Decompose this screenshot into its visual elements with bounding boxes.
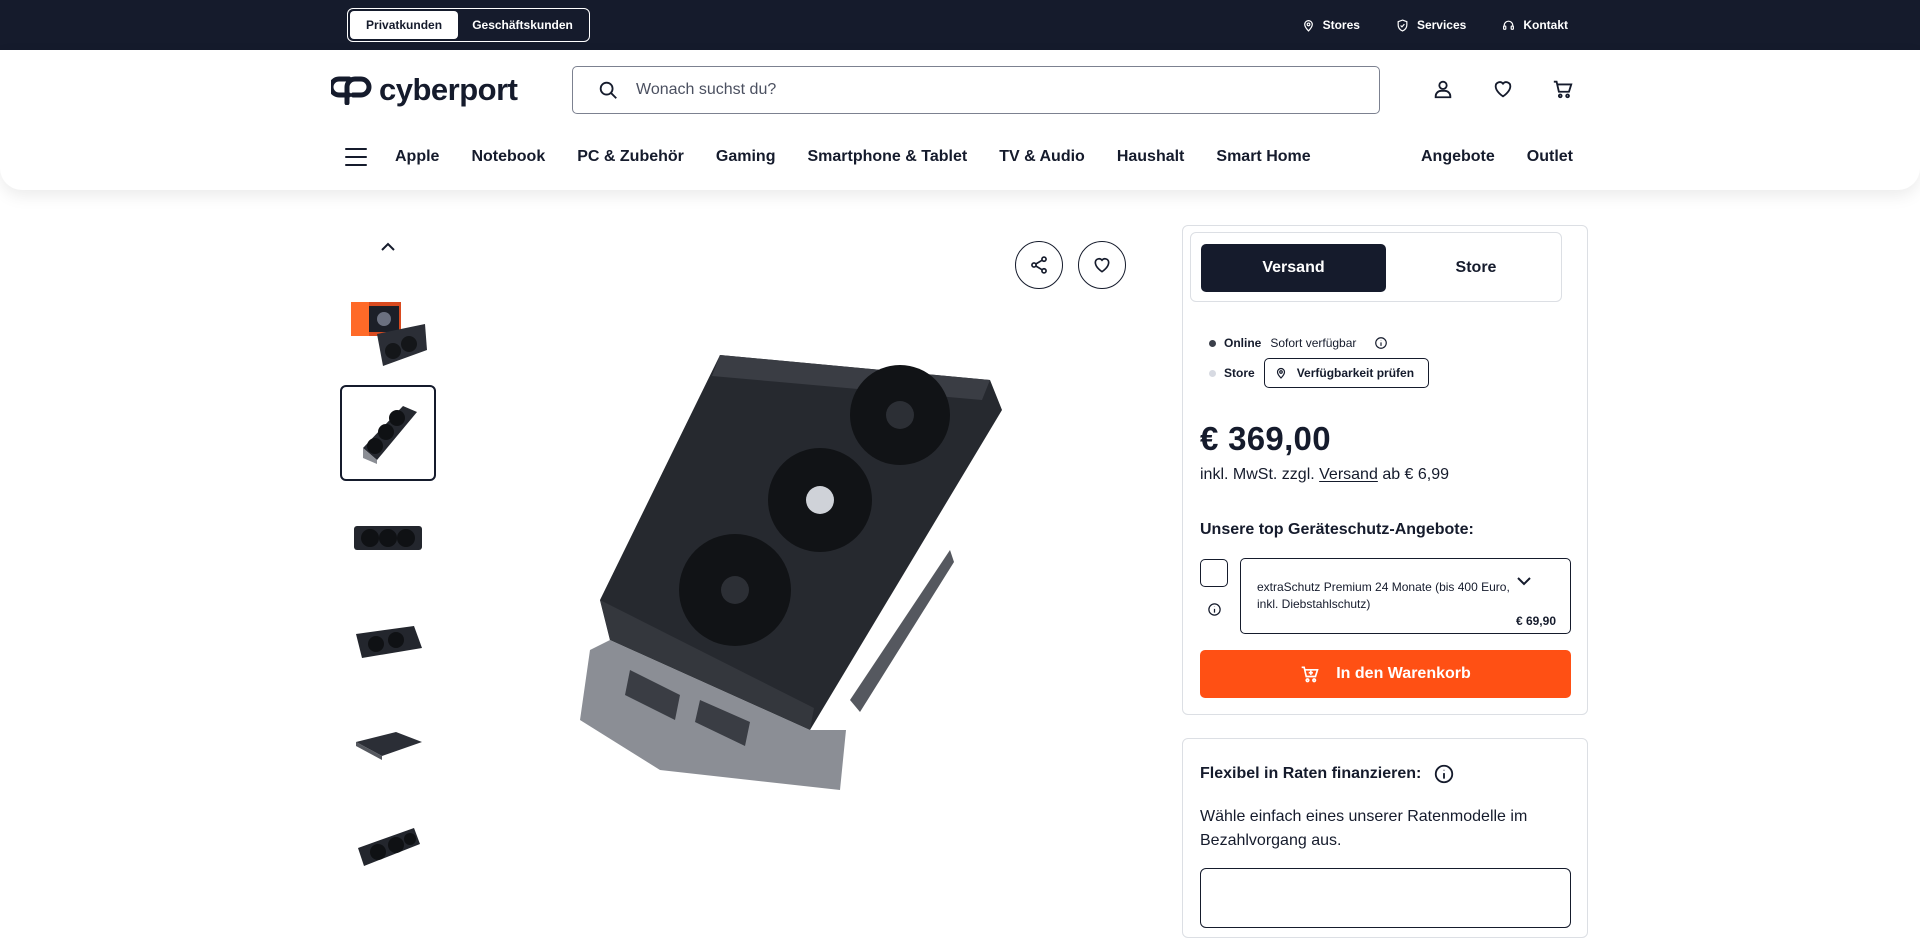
stores-link-label: Stores xyxy=(1322,18,1360,32)
business-customers-tab[interactable]: Geschäftskunden xyxy=(458,11,587,39)
shield-check-icon xyxy=(1397,18,1408,32)
tax-prefix: inkl. MwSt. zzgl. xyxy=(1200,466,1315,483)
product-price: € 369,00 xyxy=(1200,420,1331,457)
online-status: Sofort verfügbar xyxy=(1270,336,1357,350)
cyberport-logo-icon xyxy=(331,76,372,105)
location-pin-icon xyxy=(1276,367,1285,379)
account-icon[interactable] xyxy=(1432,78,1454,100)
logo-wordmark: cyberport xyxy=(379,72,518,107)
nav-right: Angebote Outlet xyxy=(1421,148,1573,166)
check-availability-button[interactable]: Verfügbarkeit prüfen xyxy=(1263,358,1430,388)
nav-item-haushalt[interactable]: Haushalt xyxy=(1117,148,1185,166)
store-status-dot xyxy=(1209,369,1216,377)
nav-item-notebook[interactable]: Notebook xyxy=(471,148,545,166)
menu-icon[interactable] xyxy=(345,148,367,166)
services-link-label: Services xyxy=(1416,18,1467,32)
financing-box: Flexibel in Raten finanzieren: Wähle ein… xyxy=(1182,738,1588,938)
private-customers-tab[interactable]: Privatkunden xyxy=(350,11,459,39)
customer-type-switch: Privatkunden Geschäftskunden xyxy=(347,8,590,42)
info-icon[interactable] xyxy=(1433,763,1455,785)
add-to-cart-button[interactable]: In den Warenkorb xyxy=(1200,650,1571,698)
protection-option-text: extraSchutz Premium 24 Monate (bis 400 E… xyxy=(1257,580,1510,611)
financing-title-text: Flexibel in Raten finanzieren: xyxy=(1200,765,1422,782)
share-icon xyxy=(1031,256,1047,274)
product-thumbnail[interactable] xyxy=(340,696,436,792)
check-availability-label: Verfügbarkeit prüfen xyxy=(1296,366,1415,380)
top-links: Stores Services Kontakt xyxy=(1302,0,1568,50)
search-input[interactable] xyxy=(636,81,1336,99)
info-icon[interactable] xyxy=(1207,602,1222,617)
contact-link-label: Kontakt xyxy=(1523,18,1568,32)
product-thumbnail-selected[interactable] xyxy=(340,385,436,481)
gpu-image xyxy=(354,526,422,550)
location-pin-icon xyxy=(1303,19,1313,32)
chevron-down-icon xyxy=(1517,577,1531,586)
main-navigation: Apple Notebook PC & Zubehör Gaming Smart… xyxy=(345,144,1573,170)
product-main-image[interactable] xyxy=(570,350,1030,790)
gpu-box-image xyxy=(351,302,427,366)
protection-select[interactable]: extraSchutz Premium 24 Monate (bis 400 E… xyxy=(1240,558,1571,634)
header-icons xyxy=(1432,78,1574,100)
online-status-dot xyxy=(1209,339,1216,347)
wishlist-button[interactable] xyxy=(1078,241,1126,289)
product-thumbnail[interactable] xyxy=(340,798,436,894)
nav-item-angebote[interactable]: Angebote xyxy=(1421,148,1495,166)
contact-link[interactable]: Kontakt xyxy=(1502,18,1568,32)
gpu-image xyxy=(356,626,422,658)
product-thumbnail[interactable] xyxy=(340,286,436,382)
protection-checkbox[interactable] xyxy=(1200,559,1228,587)
site-header: cyberport Apple Notebook PC & Zubehör Ga… xyxy=(0,50,1920,190)
headset-icon xyxy=(1503,20,1515,30)
protection-title: Unsere top Geräteschutz-Angebote: xyxy=(1200,521,1474,538)
cart-icon xyxy=(1301,666,1319,683)
delivery-tabs: Versand Store xyxy=(1190,232,1562,302)
tax-suffix: ab € 6,99 xyxy=(1382,466,1450,483)
cart-icon[interactable] xyxy=(1552,78,1574,100)
store-availability: Store Verfügbarkeit prüfen xyxy=(1209,358,1430,388)
nav-item-apple[interactable]: Apple xyxy=(395,148,439,166)
financing-title: Flexibel in Raten finanzieren: xyxy=(1200,763,1455,785)
nav-item-smartphone-tablet[interactable]: Smartphone & Tablet xyxy=(807,148,967,166)
buy-box: Versand Store Online Sofort verfügbar St… xyxy=(1182,225,1588,715)
gpu-image xyxy=(363,406,417,464)
search-icon[interactable] xyxy=(597,79,619,101)
product-thumbnail[interactable] xyxy=(340,490,436,586)
gpu-image xyxy=(358,828,420,866)
shipping-link[interactable]: Versand xyxy=(1319,466,1378,483)
online-label: Online xyxy=(1224,336,1262,350)
heart-icon xyxy=(1094,257,1110,273)
heart-icon[interactable] xyxy=(1492,78,1514,100)
nav-item-gaming[interactable]: Gaming xyxy=(716,148,776,166)
chevron-up-icon[interactable] xyxy=(380,240,396,252)
search-bar xyxy=(572,66,1380,114)
nav-item-tv-audio[interactable]: TV & Audio xyxy=(999,148,1085,166)
store-label: Store xyxy=(1224,366,1255,380)
services-link[interactable]: Services xyxy=(1396,18,1466,32)
product-thumbnail[interactable] xyxy=(340,594,436,690)
online-availability: Online Sofort verfügbar xyxy=(1209,336,1388,350)
stores-link[interactable]: Stores xyxy=(1302,18,1360,32)
nav-item-pc-zubehoer[interactable]: PC & Zubehör xyxy=(577,148,684,166)
protection-price: € 69,90 xyxy=(1515,614,1556,628)
tab-store[interactable]: Store xyxy=(1396,244,1556,292)
tab-versand[interactable]: Versand xyxy=(1201,244,1386,292)
add-to-cart-label: In den Warenkorb xyxy=(1336,665,1471,682)
info-icon[interactable] xyxy=(1374,336,1388,350)
nav-item-smart-home[interactable]: Smart Home xyxy=(1216,148,1310,166)
gpu-image xyxy=(356,732,422,760)
tax-shipping-note: inkl. MwSt. zzgl. Versand ab € 6,99 xyxy=(1200,466,1449,484)
share-button[interactable] xyxy=(1015,241,1063,289)
top-bar: Privatkunden Geschäftskunden Stores Serv… xyxy=(0,0,1920,50)
financing-option-field[interactable] xyxy=(1200,868,1571,928)
nav-item-outlet[interactable]: Outlet xyxy=(1527,148,1573,166)
financing-text: Wähle einfach eines unserer Ratenmodelle… xyxy=(1200,808,1528,849)
cyberport-logo[interactable]: cyberport xyxy=(331,72,518,108)
